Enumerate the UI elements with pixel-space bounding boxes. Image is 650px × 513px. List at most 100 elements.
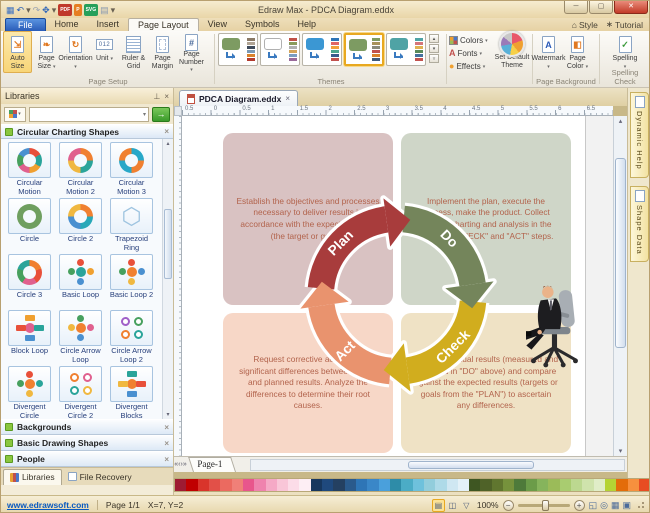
color-swatch[interactable] [514,479,525,491]
color-swatch[interactable] [458,479,469,491]
library-section-basic-drawing-shapes[interactable]: Basic Drawing Shapes× [1,435,173,451]
color-swatch[interactable] [299,479,310,491]
library-section-people[interactable]: People× [1,451,173,467]
tab-page-layout[interactable]: Page Layout [128,18,199,31]
split-view-button[interactable]: ◫ [446,499,459,512]
ribbon-orientation-button[interactable]: ↻Orientation ▾ [61,31,90,73]
color-swatch[interactable] [186,479,197,491]
scroll-down-icon[interactable]: ▾ [163,411,173,418]
theme-thumb-3[interactable] [302,33,342,66]
color-swatch[interactable] [401,479,412,491]
color-swatch[interactable] [639,479,650,491]
color-swatch[interactable] [413,479,424,491]
color-swatch[interactable] [220,479,231,491]
color-swatch[interactable] [548,479,559,491]
tab-help[interactable]: Help [288,18,325,31]
pdca-cycle-arrows[interactable]: Plan Do Check Act [291,189,503,401]
ribbon-page-size-button[interactable]: ❧Page Size ▾ [32,31,61,73]
theme-thumb-1[interactable] [218,33,258,66]
color-swatch[interactable] [537,479,548,491]
page-nav-button[interactable]: » [183,461,187,468]
color-swatch[interactable] [526,479,537,491]
library-shape-circular-motion[interactable]: Circular Motion [5,142,54,198]
style-menu[interactable]: ⌂Style [572,19,598,30]
tab-file[interactable]: File [5,18,46,31]
color-swatch[interactable] [232,479,243,491]
horizontal-scrollbar-thumb[interactable] [408,461,535,469]
set-default-theme-button[interactable]: Set Default Theme [491,31,533,73]
tab-view[interactable]: View [199,18,236,31]
color-swatch[interactable] [424,479,435,491]
resize-grip[interactable] [637,501,645,509]
color-swatch[interactable] [322,479,333,491]
normal-view-button[interactable]: ▤ [432,499,445,512]
drawing-page[interactable]: Establish the objectives and processes n… [182,116,613,456]
ribbon-watermark-button[interactable]: AWatermark ▾ [534,31,563,73]
close-button[interactable]: ✕ [614,1,648,14]
section-close-icon[interactable]: × [164,455,169,464]
theme-scroll-button-3[interactable]: ▿ [429,54,439,63]
library-shape-circle-arrow-loop[interactable]: Circle Arrow Loop [56,310,105,366]
document-tab[interactable]: PDCA Diagram.eddx × [179,90,298,106]
tab-home[interactable]: Home [46,18,88,31]
theme-scroll-button-2[interactable]: ▾ [429,44,439,53]
tab-symbols[interactable]: Symbols [236,18,289,31]
grid-toggle-icon[interactable]: ▦ [611,500,620,511]
color-swatch[interactable] [209,479,220,491]
ribbon-auto-size-button[interactable]: ⇲Auto Size [3,31,32,73]
library-shape-trapezoid-ring[interactable]: ⬡Trapezoid Ring [107,198,156,254]
color-swatch[interactable] [582,479,593,491]
color-swatch[interactable] [492,479,503,491]
color-swatch[interactable] [311,479,322,491]
library-shape-block-loop[interactable]: Block Loop [5,310,54,366]
library-shape-divergent-circle-2[interactable]: Divergent Circle 2 [56,366,105,419]
tab-dynamic-help[interactable]: Dynamic Help [630,92,649,178]
theme-thumb-4[interactable] [344,33,384,66]
library-picker-button[interactable]: ▾ [4,107,26,122]
color-swatch[interactable] [243,479,254,491]
panel-tab-libraries[interactable]: Libraries [3,469,62,485]
ribbon-page-number-button[interactable]: #Page Number ▾ [177,31,206,73]
color-swatch[interactable] [503,479,514,491]
color-swatch[interactable] [198,479,209,491]
color-swatch[interactable] [390,479,401,491]
library-search-input[interactable]: ▾ [29,107,149,122]
horizontal-scrollbar[interactable] [250,459,625,471]
ribbon-spelling-button[interactable]: ✓Spelling ▾ [611,31,640,73]
ribbon-colors-button[interactable]: Colors▾ [449,34,491,47]
color-swatch[interactable] [379,479,390,491]
library-shape-circle-arrow-loop-2[interactable]: Circle Arrow Loop 2 [107,310,156,366]
close-icon[interactable]: × [164,92,169,101]
color-swatch[interactable] [594,479,605,491]
zoom-in-button[interactable]: + [574,500,585,511]
color-swatch[interactable] [254,479,265,491]
color-swatch[interactable] [266,479,277,491]
color-swatch[interactable] [367,479,378,491]
page-tab[interactable]: Page-1 [188,457,236,472]
scroll-down-icon[interactable]: ▾ [614,447,627,455]
scroll-up-icon[interactable]: ▴ [163,140,173,147]
library-shape-circle-3[interactable]: Circle 3 [5,254,54,310]
ribbon-effects-button[interactable]: ●Effects▾ [449,60,491,73]
library-shape-basic-loop-2[interactable]: Basic Loop 2 [107,254,156,310]
scroll-up-icon[interactable]: ▴ [614,117,627,125]
color-swatch[interactable] [277,479,288,491]
panel-tab-file-recovery[interactable]: File Recovery [62,469,138,485]
fit-page-icon[interactable]: ◱ [589,500,598,511]
section-close-icon[interactable]: × [164,127,169,136]
library-shape-circle-2[interactable]: Circle 2 [56,198,105,254]
library-shape-circular-motion-2[interactable]: Circular Motion 2 [56,142,105,198]
ribbon-page-margin-button[interactable]: Page Margin [148,31,177,73]
pin-icon[interactable]: ⊥ [153,92,160,101]
section-close-icon[interactable]: × [164,439,169,448]
color-swatch[interactable] [560,479,571,491]
color-swatch[interactable] [435,479,446,491]
color-swatch[interactable] [288,479,299,491]
library-shape-divergent-circle[interactable]: Divergent Circle [5,366,54,419]
zoom-slider[interactable] [518,504,570,507]
library-shape-basic-loop[interactable]: Basic Loop [56,254,105,310]
tab-insert[interactable]: Insert [88,18,129,31]
library-section-backgrounds[interactable]: Backgrounds× [1,419,173,435]
zoom-slider-thumb[interactable] [542,500,549,511]
library-scrollbar-thumb[interactable] [164,209,172,279]
